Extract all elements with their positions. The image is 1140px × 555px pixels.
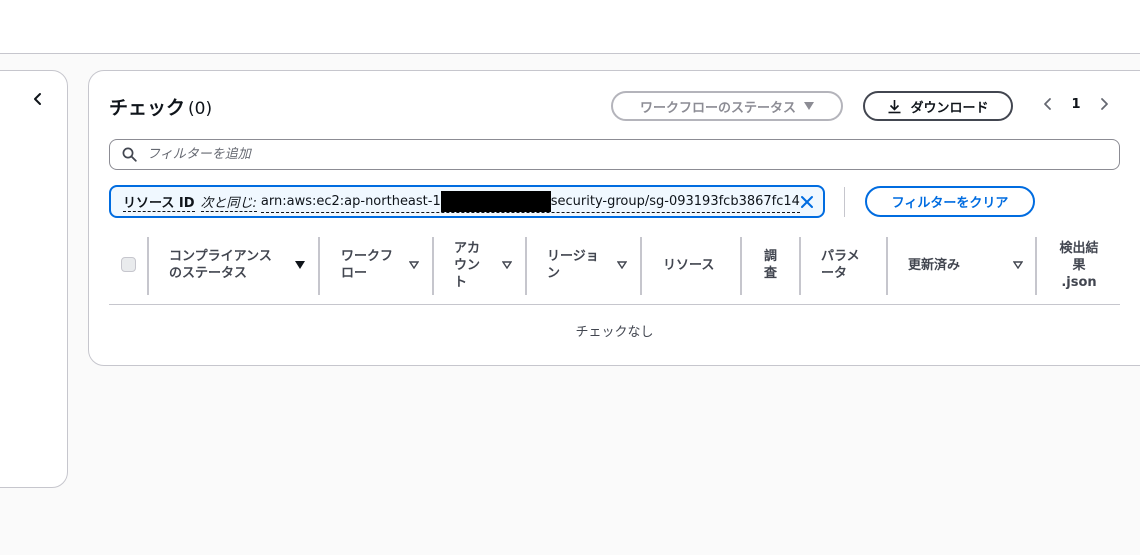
chevron-right-icon bbox=[1101, 98, 1108, 110]
column-resizer[interactable] bbox=[525, 237, 527, 295]
filter-token-value-suffix: security-group/sg-093193fcb3867fc14 bbox=[550, 193, 800, 209]
column-resizer[interactable] bbox=[1035, 237, 1037, 295]
close-icon bbox=[801, 196, 813, 208]
caret-down-icon bbox=[804, 102, 814, 110]
clear-filters-button[interactable]: フィルターをクリア bbox=[865, 186, 1035, 217]
column-header-label: 更新済み bbox=[908, 257, 961, 273]
page-title: チェック (0) bbox=[109, 93, 212, 120]
chevron-left-icon bbox=[1044, 98, 1051, 110]
title-text: チェック bbox=[109, 97, 186, 119]
filter-token-value: arn:aws:ec2:ap-northeast-1 security-group… bbox=[260, 190, 800, 213]
column-header-updated[interactable]: 更新済み bbox=[908, 235, 1008, 295]
column-header-label: リージョン bbox=[547, 249, 599, 281]
download-icon bbox=[888, 99, 901, 113]
sort-descending-icon[interactable] bbox=[295, 261, 305, 269]
chevron-left-icon bbox=[34, 93, 41, 105]
column-resizer[interactable] bbox=[740, 237, 742, 295]
column-header-label: ワークフ ロー bbox=[341, 249, 394, 281]
current-page-number[interactable]: 1 bbox=[1071, 97, 1080, 112]
sort-icon[interactable] bbox=[409, 261, 419, 269]
column-resizer[interactable] bbox=[886, 237, 888, 295]
redacted-block bbox=[440, 190, 551, 212]
column-header-investigate[interactable]: 調査 bbox=[764, 235, 784, 295]
filter-token-key: リソース ID bbox=[123, 192, 195, 212]
column-header-workflow[interactable]: ワークフ ロー bbox=[341, 235, 413, 295]
column-header-region[interactable]: リージョン bbox=[547, 235, 623, 295]
pagination: 1 bbox=[1039, 93, 1113, 115]
sort-icon[interactable] bbox=[617, 261, 627, 269]
sort-icon[interactable] bbox=[502, 261, 512, 269]
filter-token-operator: 次と同じ: bbox=[200, 192, 257, 212]
remove-filter-button[interactable] bbox=[797, 192, 817, 212]
side-panel bbox=[0, 70, 68, 488]
column-header-label: アカ ウント bbox=[454, 240, 481, 290]
column-header-resource[interactable]: リソース bbox=[663, 235, 743, 295]
select-all-checkbox[interactable] bbox=[121, 257, 136, 272]
column-header-label: コンプライアンス のステータス bbox=[169, 249, 272, 281]
next-page-button[interactable] bbox=[1095, 95, 1113, 113]
workflow-status-label: ワークフローのステータス bbox=[639, 100, 796, 116]
checks-card: チェック (0) ワークフローのステータス ダウンロード 1 フィルターを追加 … bbox=[88, 70, 1140, 366]
column-header-label: 検出結果 .json bbox=[1059, 240, 1099, 290]
filter-token[interactable]: リソース ID 次と同じ: arn:aws:ec2:ap-northeast-1… bbox=[109, 185, 825, 218]
empty-state-message: チェックなし bbox=[575, 325, 654, 340]
column-resizer[interactable] bbox=[640, 237, 642, 295]
clear-filters-label: フィルターをクリア bbox=[891, 196, 1009, 211]
column-header-parameters[interactable]: パラメ ータ bbox=[821, 235, 881, 295]
table-header: コンプライアンス のステータス ワークフ ロー アカ ウント リージョン リソース 調… bbox=[109, 235, 1120, 305]
filter-search-box bbox=[109, 139, 1120, 170]
search-icon bbox=[122, 147, 137, 162]
title-count: (0) bbox=[188, 99, 213, 119]
sort-icon[interactable] bbox=[1013, 261, 1023, 269]
column-resizer[interactable] bbox=[147, 237, 149, 295]
previous-page-button[interactable] bbox=[1039, 95, 1057, 113]
filter-search-input[interactable] bbox=[147, 147, 1047, 162]
column-header-account[interactable]: アカ ウント bbox=[454, 235, 494, 295]
collapse-panel-button[interactable] bbox=[26, 87, 50, 111]
filter-token-value-prefix: arn:aws:ec2:ap-northeast-1 bbox=[260, 193, 441, 209]
column-resizer[interactable] bbox=[318, 237, 320, 295]
download-label: ダウンロード bbox=[910, 100, 989, 116]
top-bar bbox=[0, 0, 1140, 54]
column-resizer[interactable] bbox=[799, 237, 801, 295]
column-header-label: 調査 bbox=[764, 249, 778, 281]
workflow-status-dropdown[interactable]: ワークフローのステータス bbox=[611, 91, 843, 121]
column-resizer[interactable] bbox=[432, 237, 434, 295]
column-header-label: パラメ ータ bbox=[821, 249, 860, 281]
column-header-findings-json[interactable]: 検出結果 .json bbox=[1049, 235, 1109, 295]
download-button[interactable]: ダウンロード bbox=[863, 91, 1013, 121]
divider bbox=[844, 187, 845, 217]
column-header-label: リソース bbox=[663, 257, 715, 273]
